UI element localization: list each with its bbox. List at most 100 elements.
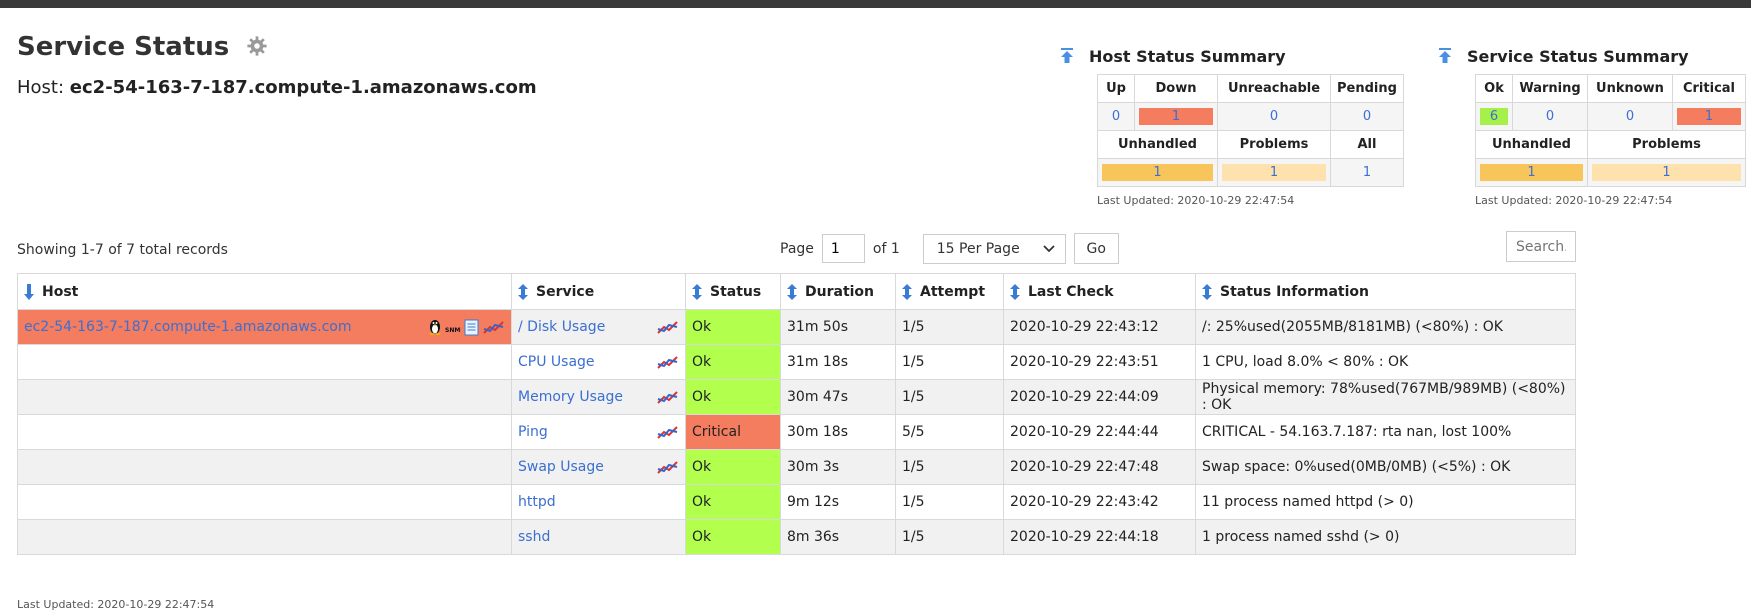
duration-cell: 31m 50s — [780, 309, 896, 345]
service-unknown-count[interactable]: 0 — [1587, 102, 1673, 131]
service-link[interactable]: sshd — [518, 529, 550, 545]
sort-icon — [692, 283, 702, 300]
host-pending-count[interactable]: 0 — [1330, 102, 1404, 131]
service-cell: sshd — [511, 519, 686, 555]
gear-icon[interactable] — [246, 35, 268, 57]
service-critical-count[interactable]: 1 — [1672, 102, 1746, 131]
service-summary-header: Warning — [1512, 74, 1588, 103]
service-summary-last-updated: Last Updated: 2020-10-29 22:47:54 — [1475, 194, 1673, 207]
service-summary-header: Unknown — [1587, 74, 1673, 103]
host-status-summary: Host Status Summary Up Down Unreachable … — [1060, 46, 1404, 207]
host-unreachable-count[interactable]: 0 — [1217, 102, 1331, 131]
attempt-cell: 1/5 — [895, 309, 1004, 345]
service-status-summary: Service Status Summary Ok Warning Unknow… — [1438, 46, 1746, 207]
column-header-duration[interactable]: Duration — [780, 273, 896, 310]
pin-icon[interactable] — [1438, 48, 1452, 64]
column-header-last-check[interactable]: Last Check — [1003, 273, 1196, 310]
service-link[interactable]: Swap Usage — [518, 459, 604, 475]
pin-icon[interactable] — [1060, 48, 1074, 64]
table-row: httpd Ok 9m 12s 1/5 2020-10-29 22:43:42 … — [17, 484, 1576, 520]
status-cell: Ok — [685, 379, 781, 415]
service-link[interactable]: CPU Usage — [518, 354, 595, 370]
service-ok-count[interactable]: 6 — [1475, 102, 1513, 131]
service-link[interactable]: httpd — [518, 494, 556, 510]
host-down-count[interactable]: 1 — [1134, 102, 1218, 131]
host-unhandled-count[interactable]: 1 — [1097, 158, 1218, 187]
graph-icon[interactable] — [483, 319, 505, 335]
per-page-value: 15 Per Page — [936, 240, 1020, 257]
table-row: Swap Usage Ok 30m 3s 1/5 2020-10-29 22:4… — [17, 449, 1576, 485]
service-unhandled-count[interactable]: 1 — [1475, 158, 1588, 187]
service-link[interactable]: / Disk Usage — [518, 319, 605, 335]
graph-icon[interactable] — [657, 319, 679, 335]
page-of-label: of 1 — [872, 240, 900, 257]
host-summary-header: Unreachable — [1217, 74, 1331, 103]
records-count: Showing 1-7 of 7 total records — [17, 242, 228, 258]
service-cell: Swap Usage — [511, 449, 686, 485]
service-summary-header: Unhandled — [1475, 130, 1588, 159]
host-summary-header: Up — [1097, 74, 1135, 103]
host-cell — [17, 414, 512, 450]
service-summary-table: Ok Warning Unknown Critical 6 0 0 1 Unha… — [1475, 74, 1746, 187]
linux-penguin-icon[interactable] — [428, 319, 442, 335]
service-problems-count[interactable]: 1 — [1587, 158, 1746, 187]
column-header-service[interactable]: Service — [511, 273, 686, 310]
last-check-cell: 2020-10-29 22:44:44 — [1003, 414, 1196, 450]
sort-icon — [24, 283, 34, 300]
attempt-cell: 1/5 — [895, 484, 1004, 520]
attempt-cell: 1/5 — [895, 344, 1004, 380]
host-cell — [17, 379, 512, 415]
sort-icon — [1010, 283, 1020, 300]
status-cell: Critical — [685, 414, 781, 450]
column-header-status-information[interactable]: Status Information — [1195, 273, 1576, 310]
attempt-cell: 1/5 — [895, 449, 1004, 485]
graph-icon[interactable] — [657, 424, 679, 440]
host-summary-header: Down — [1134, 74, 1218, 103]
host-all-count[interactable]: 1 — [1330, 158, 1404, 187]
column-header-status[interactable]: Status — [685, 273, 781, 310]
table-row: sshd Ok 8m 36s 1/5 2020-10-29 22:44:18 1… — [17, 519, 1576, 555]
status-cell: Ok — [685, 309, 781, 345]
status-info-cell: /: 25%used(2055MB/8181MB) (<80%) : OK — [1195, 309, 1576, 345]
host-up-count[interactable]: 0 — [1097, 102, 1135, 131]
host-summary-table: Up Down Unreachable Pending 0 1 0 0 Unha… — [1097, 74, 1404, 187]
duration-cell: 31m 18s — [780, 344, 896, 380]
notes-icon[interactable] — [464, 319, 480, 336]
graph-icon[interactable] — [657, 389, 679, 405]
service-link[interactable]: Ping — [518, 424, 548, 440]
go-button[interactable]: Go — [1073, 233, 1119, 264]
host-label: Host: — [17, 77, 65, 98]
host-problems-count[interactable]: 1 — [1217, 158, 1331, 187]
last-check-cell: 2020-10-29 22:44:18 — [1003, 519, 1196, 555]
host-summary-header: Problems — [1217, 130, 1331, 159]
per-page-select[interactable]: 15 Per Page — [922, 233, 1066, 264]
service-link[interactable]: Memory Usage — [518, 389, 623, 405]
host-name: ec2-54-163-7-187.compute-1.amazonaws.com — [69, 77, 537, 98]
host-summary-header: Pending — [1330, 74, 1404, 103]
service-warning-count[interactable]: 0 — [1512, 102, 1588, 131]
service-cell: httpd — [511, 484, 686, 520]
pagination: Page of 1 15 Per Page Go — [780, 233, 1119, 264]
page-input[interactable] — [821, 234, 865, 263]
status-cell: Ok — [685, 519, 781, 555]
duration-cell: 30m 3s — [780, 449, 896, 485]
sort-icon — [1202, 283, 1212, 300]
duration-cell: 9m 12s — [780, 484, 896, 520]
graph-icon[interactable] — [657, 459, 679, 475]
last-check-cell: 2020-10-29 22:44:09 — [1003, 379, 1196, 415]
host-summary-last-updated: Last Updated: 2020-10-29 22:47:54 — [1097, 194, 1295, 207]
search-input[interactable] — [1506, 231, 1576, 262]
page-title: Service Status — [17, 32, 268, 62]
chevron-down-icon — [1043, 244, 1055, 252]
last-check-cell: 2020-10-29 22:43:51 — [1003, 344, 1196, 380]
duration-cell: 30m 47s — [780, 379, 896, 415]
host-heading: Host: ec2-54-163-7-187.compute-1.amazona… — [17, 77, 537, 98]
column-header-host[interactable]: Host — [17, 273, 512, 310]
graph-icon[interactable] — [657, 354, 679, 370]
host-summary-title: Host Status Summary — [1089, 46, 1286, 66]
column-header-attempt[interactable]: Attempt — [895, 273, 1004, 310]
status-info-cell: Swap space: 0%used(0MB/0MB) (<5%) : OK — [1195, 449, 1576, 485]
snmp-icon[interactable]: SNMP — [445, 320, 461, 334]
host-link[interactable]: ec2-54-163-7-187.compute-1.amazonaws.com — [24, 319, 351, 335]
last-check-cell: 2020-10-29 22:43:42 — [1003, 484, 1196, 520]
